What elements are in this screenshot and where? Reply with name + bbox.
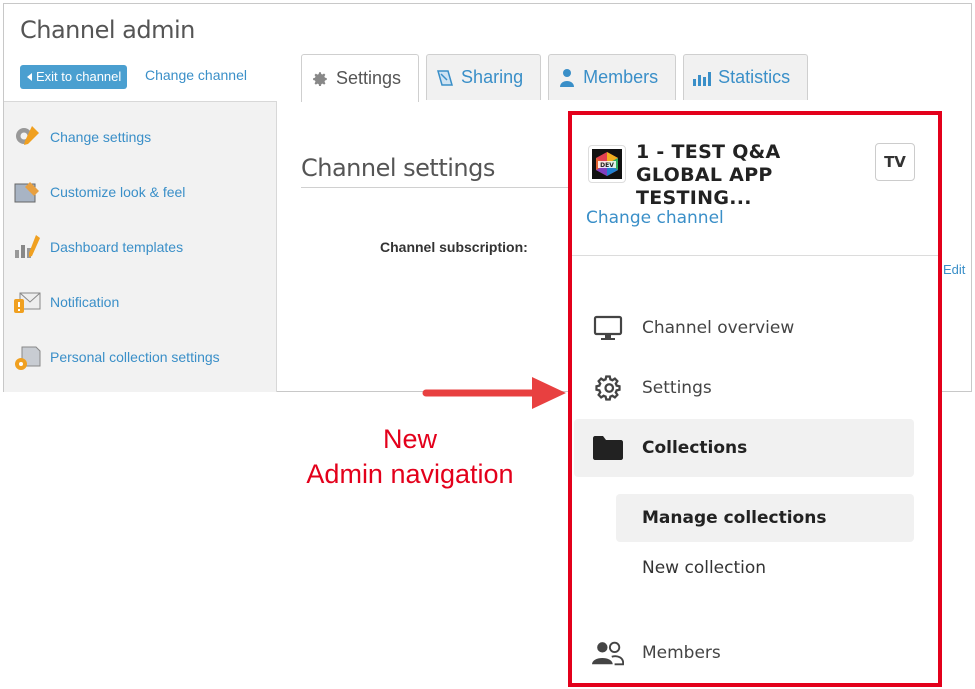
- nav-item-label: Channel overview: [642, 318, 795, 338]
- sharing-icon: [435, 68, 455, 88]
- folder-gear-icon: [12, 342, 42, 372]
- nav-item-members[interactable]: Members: [574, 624, 914, 682]
- sidebar-item-label: Dashboard templates: [50, 239, 184, 255]
- nav-item-channel-overview[interactable]: Channel overview: [574, 299, 914, 357]
- tab-members-label: Members: [583, 67, 659, 87]
- settings-gear-icon: [12, 122, 42, 152]
- edit-link[interactable]: Edit: [943, 262, 965, 277]
- change-channel-link[interactable]: Change channel: [586, 208, 724, 228]
- nav-item-settings[interactable]: Settings: [574, 359, 914, 417]
- channel-name: 1 - TEST Q&A GLOBAL APP TESTING...: [636, 141, 781, 209]
- sidebar-item-label: Change settings: [50, 129, 152, 145]
- tab-statistics-label: Statistics: [718, 67, 791, 87]
- annotation-line-2: Admin navigation: [306, 459, 514, 489]
- change-channel-link[interactable]: Change channel: [145, 67, 247, 83]
- tab-settings[interactable]: Settings: [301, 54, 420, 102]
- divider: [301, 187, 569, 188]
- sidebar-item-dashboard-templates[interactable]: Dashboard templates: [12, 232, 183, 262]
- content-title: Channel settings: [301, 154, 495, 182]
- folder-icon: [592, 432, 624, 464]
- back-arrow-icon: [27, 73, 32, 81]
- monitor-icon: [592, 312, 624, 344]
- sub-item-label: New collection: [642, 558, 767, 578]
- channel-type-badge: TV: [875, 143, 915, 181]
- annotation-arrow: [422, 377, 566, 409]
- tab-settings-label: Settings: [336, 68, 402, 88]
- people-icon: [592, 637, 624, 669]
- sidebar-item-change-settings[interactable]: Change settings: [12, 122, 151, 152]
- nav-item-label: Collections: [642, 438, 748, 458]
- page-title: Channel admin: [20, 16, 195, 44]
- sub-item-manage-collections[interactable]: Manage collections: [616, 494, 914, 542]
- chart-pencil-icon: [12, 232, 42, 262]
- paint-icon: [12, 177, 42, 207]
- tab-sharing[interactable]: Sharing: [426, 54, 542, 100]
- sidebar-item-notification[interactable]: Notification: [12, 287, 119, 317]
- sidebar-item-customize[interactable]: Customize look & feel: [12, 177, 185, 207]
- legacy-sidebar: Change settings Customize look & feel Da…: [4, 101, 277, 392]
- person-icon: [557, 68, 577, 88]
- logo-text: DEV: [600, 162, 614, 169]
- nav-item-label: Members: [642, 643, 721, 663]
- gear-icon: [592, 372, 624, 404]
- channel-logo: DEV: [588, 145, 626, 183]
- envelope-alert-icon: [12, 287, 42, 317]
- new-admin-navigation: DEV 1 - TEST Q&A GLOBAL APP TESTING... T…: [568, 111, 942, 687]
- dev-hexagon-icon: DEV: [592, 149, 622, 179]
- bar-chart-icon: [692, 68, 712, 88]
- sub-item-new-collection[interactable]: New collection: [616, 544, 914, 592]
- tab-statistics[interactable]: Statistics: [683, 54, 809, 100]
- nav-item-label: Settings: [642, 378, 712, 398]
- sidebar-item-personal-collection[interactable]: Personal collection settings: [12, 342, 220, 372]
- exit-to-channel-button[interactable]: Exit to channel: [20, 65, 128, 89]
- sidebar-item-label: Customize look & feel: [50, 184, 186, 200]
- tab-sharing-label: Sharing: [461, 67, 524, 87]
- nav-item-collections[interactable]: Collections: [574, 419, 914, 477]
- sidebar-item-label: Notification: [50, 294, 120, 310]
- exit-to-channel-label: Exit to channel: [36, 69, 122, 84]
- annotation-line-1: New: [382, 424, 437, 454]
- sub-item-label: Manage collections: [642, 508, 827, 528]
- channel-header: DEV 1 - TEST Q&A GLOBAL APP TESTING... T…: [572, 115, 938, 256]
- gear-icon: [310, 69, 330, 89]
- annotation-label: New Admin navigation: [292, 422, 528, 492]
- admin-tabs: Settings Sharing Members Statistics: [301, 54, 809, 102]
- tab-members[interactable]: Members: [548, 54, 677, 100]
- channel-subscription-label: Channel subscription:: [380, 239, 528, 255]
- sidebar-item-label: Personal collection settings: [50, 349, 220, 365]
